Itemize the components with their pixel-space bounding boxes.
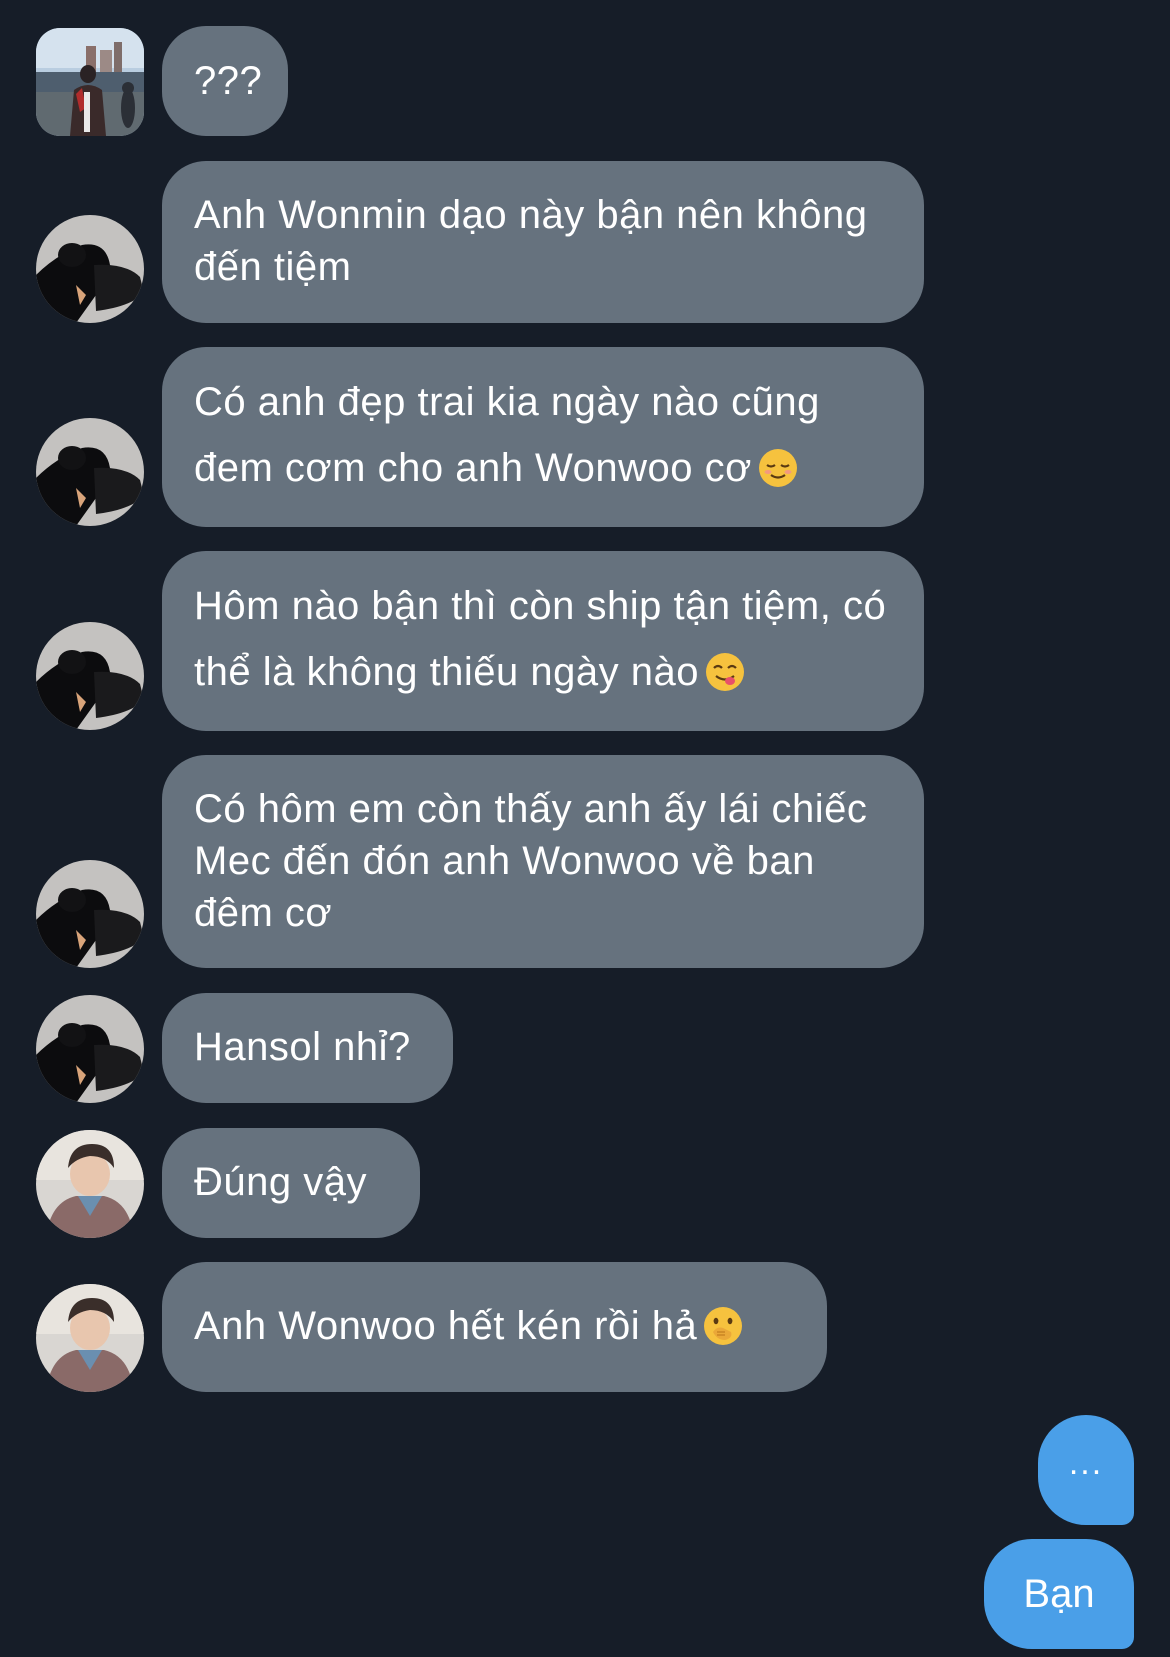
message-bubble[interactable]: ??? [162, 26, 288, 136]
hand-over-mouth-emoji-icon [703, 1306, 743, 1346]
sender-avatar[interactable] [36, 215, 144, 323]
message-text: ??? [194, 59, 263, 103]
message-bubble[interactable]: Hansol nhỉ? [162, 993, 453, 1103]
photo-avatar-dark-figure-icon [36, 995, 144, 1103]
sender-avatar[interactable] [36, 1130, 144, 1238]
message-text: Anh Wonmin dạo này bận nên không đến tiệ… [194, 193, 868, 289]
message-text: Có hôm em còn thấy anh ấy lái chiếc Mec … [194, 787, 868, 935]
message-bubble[interactable]: Có hôm em còn thấy anh ấy lái chiếc Mec … [162, 755, 924, 968]
photo-avatar-dark-figure-icon [36, 860, 144, 968]
yum-face-emoji-icon [705, 652, 745, 692]
relieved-face-emoji-icon [758, 448, 798, 488]
message-text: Có anh đẹp trai kia ngày nào cũng đem cơ… [194, 380, 820, 490]
message-text: Đúng vậy [194, 1160, 367, 1204]
message-text: Anh Wonwoo hết kén rồi hả [194, 1304, 698, 1348]
photo-avatar-dark-figure-icon [36, 418, 144, 526]
sender-avatar[interactable] [36, 860, 144, 968]
message-text: Bạn [1023, 1571, 1095, 1616]
outgoing-message-bubble[interactable]: ... [1038, 1415, 1134, 1525]
photo-avatar-man-jacket-icon [36, 1284, 144, 1392]
message-text: ... [1068, 1443, 1104, 1482]
outgoing-message-bubble[interactable]: Bạn [984, 1539, 1134, 1649]
sender-avatar[interactable] [36, 28, 144, 136]
message-text: Hansol nhỉ? [194, 1025, 411, 1069]
photo-avatar-man-city-icon [36, 28, 144, 136]
message-bubble[interactable]: Đúng vậy [162, 1128, 420, 1238]
message-bubble[interactable]: Hôm nào bận thì còn ship tận tiệm, có th… [162, 551, 924, 731]
photo-avatar-dark-figure-icon [36, 622, 144, 730]
message-bubble[interactable]: Anh Wonwoo hết kén rồi hả [162, 1262, 827, 1392]
sender-avatar[interactable] [36, 1284, 144, 1392]
photo-avatar-dark-figure-icon [36, 215, 144, 323]
message-bubble[interactable]: Anh Wonmin dạo này bận nên không đến tiệ… [162, 161, 924, 323]
sender-avatar[interactable] [36, 622, 144, 730]
photo-avatar-man-jacket-icon [36, 1130, 144, 1238]
message-bubble[interactable]: Có anh đẹp trai kia ngày nào cũng đem cơ… [162, 347, 924, 527]
message-text: Hôm nào bận thì còn ship tận tiệm, có th… [194, 584, 887, 694]
sender-avatar[interactable] [36, 995, 144, 1103]
sender-avatar[interactable] [36, 418, 144, 526]
